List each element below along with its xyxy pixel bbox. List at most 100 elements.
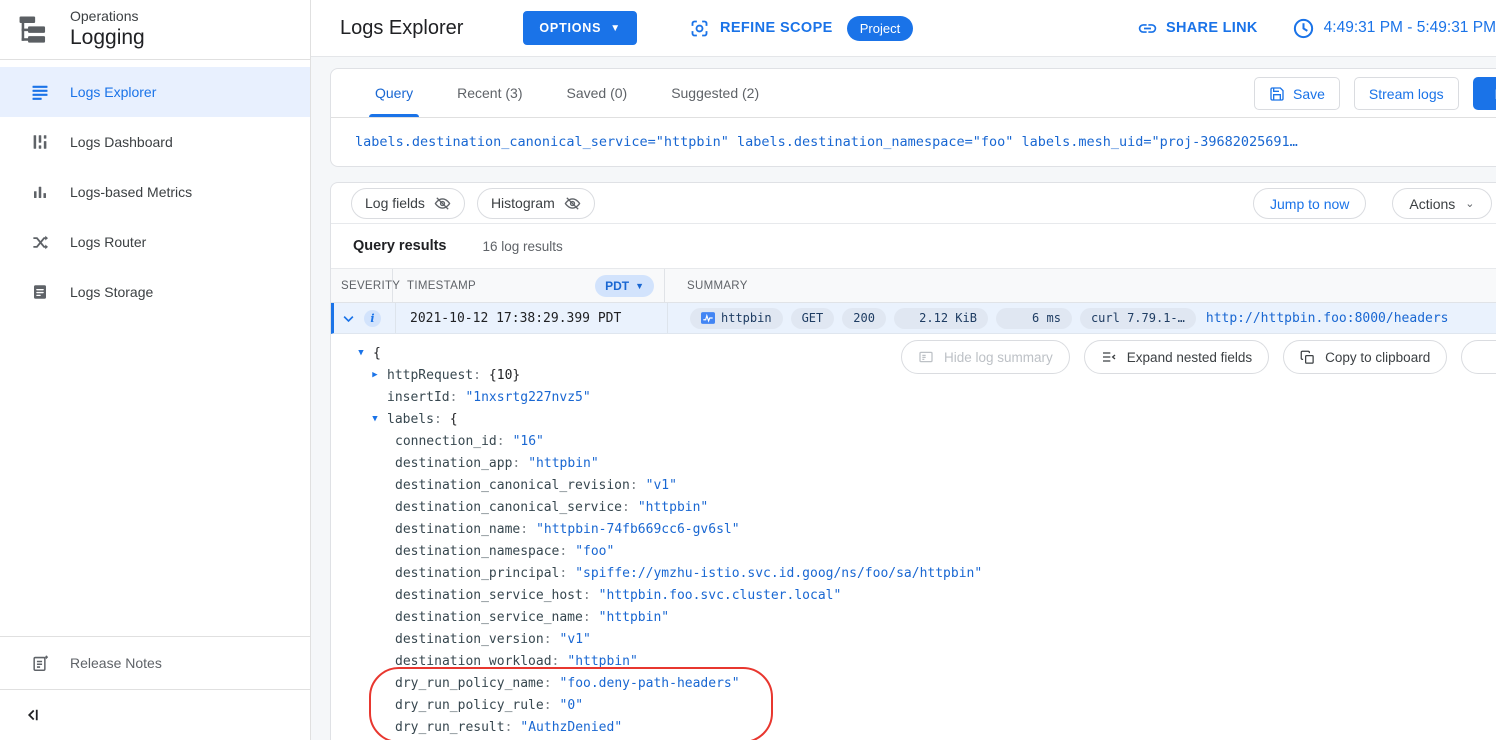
json-line: destination_service_host "httpbin.foo.sv…	[331, 584, 1496, 606]
run-button[interactable]: Run	[1473, 77, 1496, 110]
options-button[interactable]: OPTIONS▼	[523, 11, 637, 45]
actions-button[interactable]: Actions ⌄	[1392, 188, 1491, 219]
json-line: destination_name "httpbin-74fb669cc6-gv6…	[331, 518, 1496, 540]
copy-to-clipboard-button[interactable]: Copy to clipboard	[1283, 340, 1447, 374]
json-value: "httpbin.foo.svc.cluster.local"	[599, 588, 842, 603]
json-colon	[622, 500, 630, 515]
json-colon	[544, 698, 552, 713]
sidebar-nav: Logs Explorer Logs Dashboard Logs-based …	[0, 60, 310, 317]
json-key: destination_service_name	[395, 610, 583, 625]
json-colon	[559, 566, 567, 581]
log-entry-row[interactable]: i 2021-10-12 17:38:29.399 PDT httpbin GE…	[331, 303, 1496, 334]
share-link-button[interactable]: SHARE LINK	[1137, 18, 1258, 39]
json-key: destination_version	[395, 632, 544, 647]
log-request-url: http://httpbin.foo:8000/headers	[1206, 311, 1449, 326]
json-value: "v1"	[646, 478, 677, 493]
expander-icon[interactable]	[367, 370, 383, 380]
logs-dashboard-icon	[28, 133, 52, 151]
json-colon	[450, 390, 458, 405]
json-key: destination_workload	[395, 654, 552, 669]
json-tree: { httpRequest {10}	[331, 342, 1496, 738]
sidebar-header: Operations Logging	[0, 0, 310, 60]
tab-recent[interactable]: Recent (3)	[435, 69, 544, 117]
sidebar-item-logs-based-metrics[interactable]: Logs-based Metrics	[0, 167, 310, 217]
summary-chip-size[interactable]: 2.12 KiB	[894, 308, 988, 329]
json-value: "httpbin-74fb669cc6-gv6sl"	[536, 522, 740, 537]
timezone-selector[interactable]: PDT ▼	[595, 275, 654, 297]
expander-icon[interactable]	[353, 348, 369, 358]
column-timestamp[interactable]: TIMESTAMP PDT ▼	[393, 269, 665, 302]
sidebar-item-logs-explorer[interactable]: Logs Explorer	[0, 67, 310, 117]
tab-suggested[interactable]: Suggested (2)	[649, 69, 781, 117]
json-value: "AuthzDenied"	[520, 720, 622, 735]
column-severity[interactable]: SEVERITY	[331, 269, 393, 302]
json-value: "foo.deny-path-headers"	[560, 676, 740, 691]
time-range-label: 4:49:31 PM - 5:49:31 PM	[1324, 19, 1496, 37]
json-colon	[583, 588, 591, 603]
scope-project-badge[interactable]: Project	[847, 16, 913, 41]
json-colon	[473, 368, 481, 383]
page-title: Logs Explorer	[340, 17, 463, 40]
summary-chip-latency[interactable]: 6 ms	[996, 308, 1072, 329]
query-editor[interactable]: labels.destination_canonical_service="ht…	[331, 118, 1496, 166]
time-range-picker[interactable]: 4:49:31 PM - 5:49:31 PM	[1292, 17, 1496, 40]
sidebar-item-logs-router[interactable]: Logs Router	[0, 217, 310, 267]
json-punctuation: {	[450, 412, 458, 427]
jump-to-now-button[interactable]: Jump to now	[1253, 188, 1366, 219]
json-line: dry_run_policy_name "foo.deny-path-heade…	[331, 672, 1496, 694]
results-header: Query results 16 log results	[331, 224, 1496, 268]
query-tabs: Query Recent (3) Saved (0) Suggested (2)…	[331, 69, 1496, 118]
log-fields-toggle[interactable]: Log fields	[351, 188, 465, 219]
sidebar-item-release-notes[interactable]: Release Notes	[0, 637, 310, 689]
summary-chip-user-agent[interactable]: curl 7.79.1-…	[1080, 308, 1196, 329]
json-key: dry_run_result	[395, 720, 505, 735]
summary-chips: httpbin GET 200 2.12 KiB 6 ms curl 7.79.…	[690, 308, 1196, 329]
eye-off-icon	[564, 195, 581, 212]
json-line: destination_service_name "httpbin"	[331, 606, 1496, 628]
sidebar-item-label: Logs Dashboard	[70, 134, 173, 150]
json-value: "httpbin"	[528, 456, 598, 471]
service-icon	[701, 312, 715, 324]
collapse-sidebar-icon[interactable]	[24, 706, 42, 724]
operations-logging-logo-icon	[14, 11, 52, 49]
save-button[interactable]: Save	[1254, 77, 1340, 110]
stream-logs-button[interactable]: Stream logs	[1354, 77, 1459, 110]
json-value: "0"	[560, 698, 583, 713]
json-key: labels	[387, 412, 434, 427]
summary-chip-status[interactable]: 200	[842, 308, 886, 329]
json-key: destination_app	[395, 456, 512, 471]
severity-info-icon[interactable]: i	[364, 310, 381, 327]
json-value: "16"	[513, 434, 544, 449]
summary-chip-service[interactable]: httpbin	[690, 308, 783, 329]
logs-storage-icon	[28, 283, 52, 301]
clock-icon	[1292, 17, 1315, 40]
tab-query[interactable]: Query	[353, 69, 435, 117]
column-summary[interactable]: SUMMARY	[665, 269, 1496, 302]
chevron-down-icon: ▼	[635, 281, 644, 291]
link-icon	[1137, 18, 1158, 39]
tab-saved[interactable]: Saved (0)	[544, 69, 649, 117]
chevron-down-icon: ⌄	[1465, 197, 1474, 210]
log-detail-json: { httpRequest {10}	[331, 334, 1496, 740]
overflow-partial-button[interactable]	[1461, 340, 1496, 374]
json-value: "httpbin"	[567, 654, 637, 669]
histogram-toggle[interactable]: Histogram	[477, 188, 595, 219]
log-timestamp: 2021-10-12 17:38:29.399 PDT	[410, 311, 621, 326]
json-value: "httpbin"	[638, 500, 708, 515]
sidebar-item-logs-storage[interactable]: Logs Storage	[0, 267, 310, 317]
refine-scope-label: REFINE SCOPE	[720, 20, 833, 36]
json-punctuation: {10}	[489, 368, 520, 383]
expander-icon[interactable]	[367, 414, 383, 424]
refine-scope-button[interactable]: REFINE SCOPE	[689, 18, 833, 39]
sidebar-item-logs-dashboard[interactable]: Logs Dashboard	[0, 117, 310, 167]
json-value: "1nxsrtg227nvz5"	[465, 390, 590, 405]
sidebar-item-label: Logs Router	[70, 234, 146, 250]
log-table-header: SEVERITY TIMESTAMP PDT ▼ SUMMARY	[331, 268, 1496, 303]
sidebar-item-label: Logs Storage	[70, 284, 153, 300]
row-expander-chevron-icon[interactable]	[341, 311, 356, 326]
expand-nested-fields-button[interactable]: Expand nested fields	[1084, 340, 1269, 374]
hide-log-summary-button[interactable]: Hide log summary	[901, 340, 1070, 374]
json-colon	[497, 434, 505, 449]
results-panel: Log fields Histogram Jump to now Actions	[330, 182, 1496, 740]
summary-chip-method[interactable]: GET	[791, 308, 835, 329]
